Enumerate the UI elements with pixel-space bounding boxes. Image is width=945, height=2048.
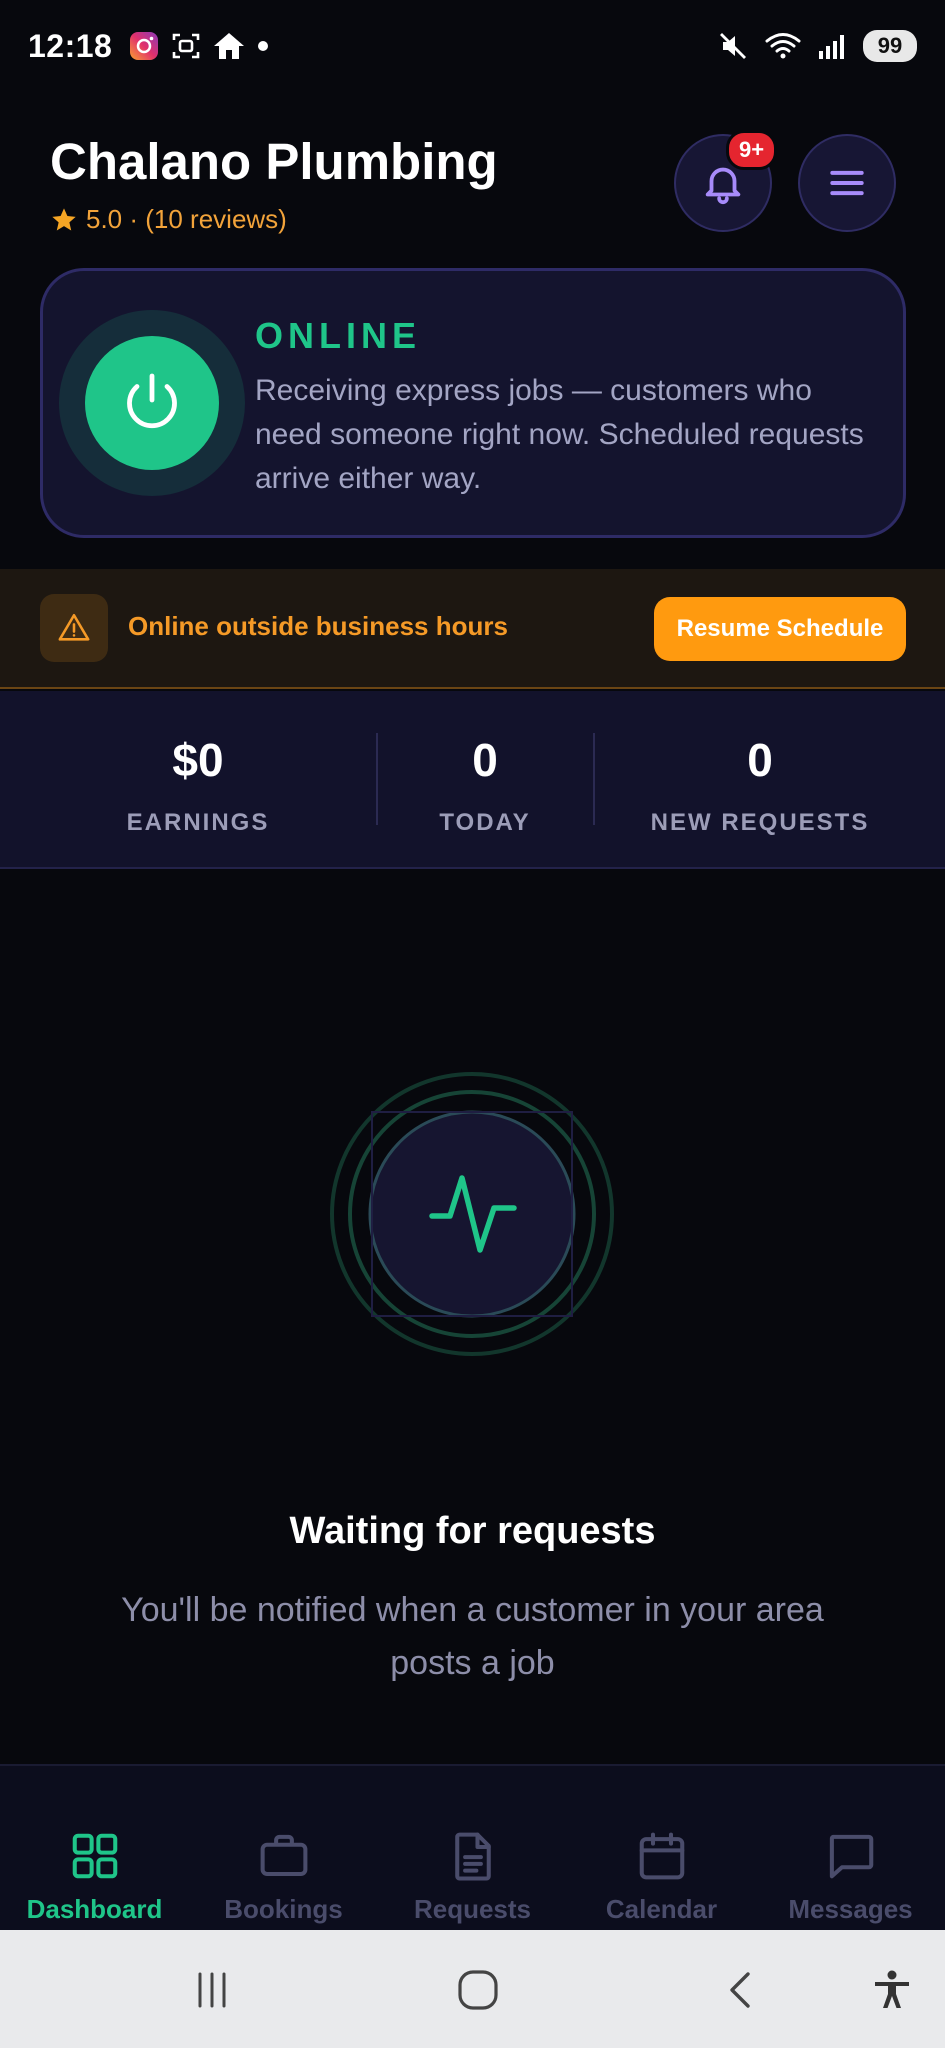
nav-messages[interactable]: Messages: [756, 1766, 945, 1932]
nav-messages-label: Messages: [788, 1894, 913, 1924]
wifi-icon: [765, 33, 801, 59]
recent-apps-button[interactable]: [182, 1960, 242, 2020]
nav-requests-label: Requests: [413, 1894, 532, 1924]
home-button[interactable]: [448, 1960, 508, 2020]
grid-icon: [72, 1833, 117, 1879]
warning-icon: [58, 613, 90, 641]
online-status-card: ONLINE Receiving express jobs — customer…: [40, 268, 906, 538]
back-icon: [730, 1972, 750, 2008]
nav-bookings-label: Bookings: [224, 1894, 343, 1924]
mute-icon: [720, 33, 746, 59]
nav-calendar-label: Calendar: [605, 1894, 718, 1924]
rating-text: 5.0 · (10 reviews): [86, 204, 287, 234]
status-left-icons: [128, 30, 270, 62]
nav-calendar[interactable]: Calendar: [567, 1766, 756, 1932]
stat-earnings-value: $0: [172, 734, 224, 786]
rating: 5.0 · (10 reviews): [50, 204, 287, 235]
business-hours-banner: Online outside business hours Resume Sch…: [0, 569, 945, 689]
online-status-description: Receiving express jobs — customers who n…: [255, 374, 864, 495]
instagram-icon: [130, 32, 159, 60]
business-name: Chalano Plumbing: [50, 133, 498, 190]
power-toggle-button[interactable]: [85, 336, 219, 470]
menu-button[interactable]: [798, 134, 896, 232]
document-icon: [454, 1832, 491, 1881]
stat-earnings-label: EARNINGS: [126, 809, 270, 836]
online-status-label: ONLINE: [255, 315, 422, 356]
nav-bookings[interactable]: Bookings: [189, 1766, 378, 1932]
calendar-icon: [639, 1832, 684, 1880]
system-navigation-bar: [0, 1930, 945, 2048]
status-bar: 12:18 99: [0, 0, 945, 92]
accessibility-button[interactable]: [862, 1960, 922, 2020]
stat-new-requests: 0 NEW REQUESTS: [630, 733, 890, 837]
accessibility-icon: [875, 1970, 909, 2008]
stat-today-value: 0: [472, 734, 498, 786]
stat-new-requests-value: 0: [747, 734, 773, 786]
waiting-title: Waiting for requests: [289, 1510, 656, 1552]
warning-icon-box: [40, 594, 108, 662]
business-hours-message: Online outside business hours: [128, 611, 508, 641]
signal-icon: [819, 35, 844, 59]
home-circle-icon: [458, 1970, 498, 2010]
chat-icon: [829, 1834, 873, 1879]
hamburger-icon: [830, 170, 864, 196]
status-time: 12:18: [28, 27, 113, 64]
header: Chalano Plumbing 5.0 · (10 reviews) 9+: [0, 120, 945, 250]
battery-indicator: 99: [863, 30, 917, 62]
notification-badge: 9+: [726, 130, 778, 170]
recent-apps-icon: [198, 1972, 226, 2008]
stat-new-requests-label: NEW REQUESTS: [650, 809, 870, 836]
app-screen: 12:18 99 Chalano Plumbing 5.0 · (10 revi…: [0, 0, 945, 2048]
power-icon: [127, 373, 177, 429]
stat-divider: [376, 733, 378, 825]
back-button[interactable]: [712, 1960, 772, 2020]
stat-divider: [593, 733, 595, 825]
briefcase-icon: [260, 1834, 307, 1877]
nav-requests[interactable]: Requests: [378, 1766, 567, 1932]
screenshot-icon: [173, 33, 200, 59]
stats-bar: $0 EARNINGS 0 TODAY 0 NEW REQUESTS: [0, 691, 945, 869]
nav-dashboard-label: Dashboard: [26, 1894, 163, 1924]
resume-schedule-button[interactable]: Resume Schedule: [654, 597, 906, 661]
bottom-nav: Dashboard Bookings Requests Calendar Mes…: [0, 1764, 945, 1930]
status-right-icons: 99: [717, 30, 917, 62]
waiting-subtitle: You'll be notified when a customer in yo…: [121, 1591, 824, 1682]
nav-dashboard[interactable]: Dashboard: [0, 1766, 189, 1932]
home-icon: [214, 33, 245, 59]
stat-today: 0 TODAY: [385, 733, 585, 837]
stat-earnings: $0 EARNINGS: [98, 733, 298, 837]
dot-icon: [258, 41, 269, 51]
activity-radar-icon: [330, 1072, 614, 1356]
star-icon: [52, 207, 76, 230]
stat-today-label: TODAY: [439, 809, 531, 836]
